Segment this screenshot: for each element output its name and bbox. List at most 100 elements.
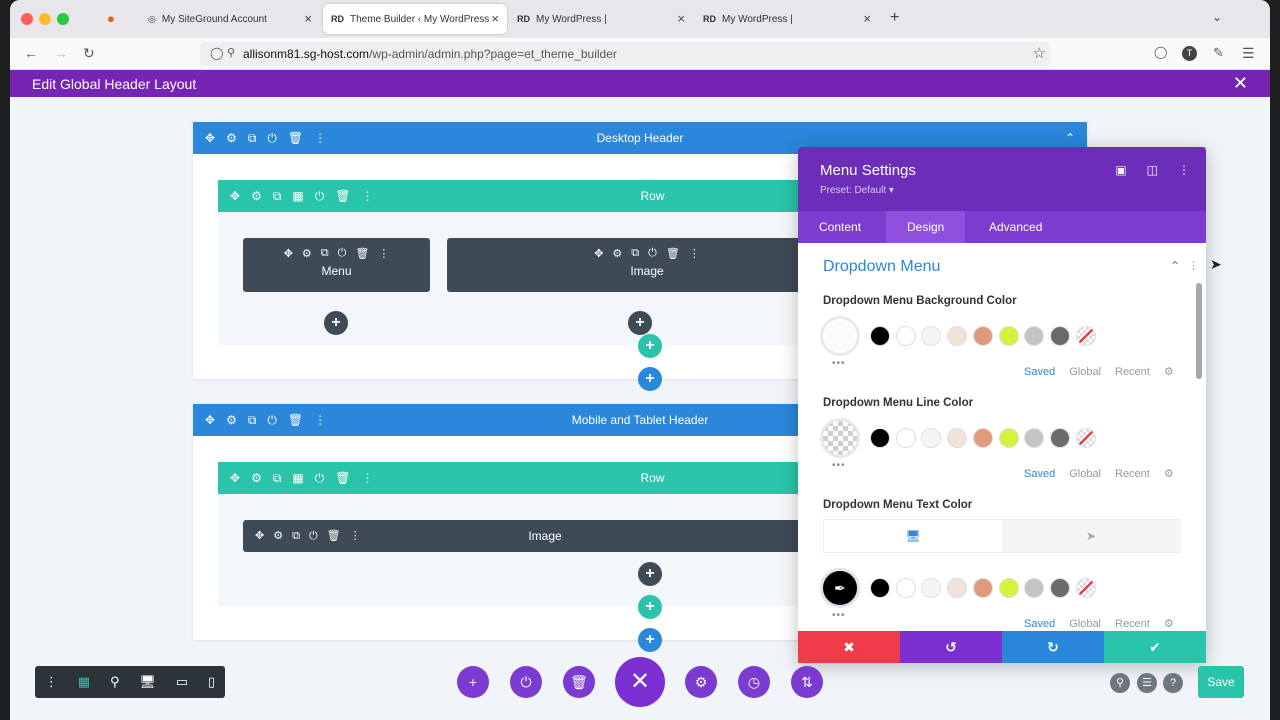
color-swatch[interactable] (947, 578, 968, 598)
move-icon[interactable]: ✥ (284, 247, 293, 260)
palette-gear-icon[interactable]: ⚙ (1164, 618, 1174, 630)
tab-content[interactable]: Content (798, 211, 882, 243)
settings-gear-icon[interactable]: ⚙ (226, 404, 237, 436)
panel-header[interactable]: Menu Settings Preset: Default ▾ ▣ ◫ ⋮ (798, 147, 1206, 211)
preset-dropdown[interactable]: Preset: Default ▾ (820, 185, 894, 196)
color-swatch[interactable] (972, 578, 993, 598)
duplicate-icon[interactable]: ⧉ (248, 404, 257, 436)
move-icon[interactable]: ✥ (255, 520, 264, 552)
settings-gear-icon[interactable]: ⚙ (685, 666, 717, 698)
add-section-button[interactable]: + (638, 367, 662, 391)
tab-close-icon[interactable]: × (491, 11, 499, 26)
duplicate-icon[interactable]: ⧉ (273, 462, 282, 494)
wireframe-view-icon[interactable]: ▦ (78, 674, 90, 690)
color-swatch[interactable] (870, 578, 890, 598)
history-clock-icon[interactable]: ◷ (738, 666, 770, 698)
tab-advanced[interactable]: Advanced (968, 211, 1063, 243)
duplicate-icon[interactable]: ⧉ (321, 247, 329, 260)
delete-trash-icon[interactable]: 🗑 (563, 666, 595, 698)
hover-pointer-icon[interactable]: ➤ (1002, 520, 1180, 552)
split-view-icon[interactable]: ◫ (1147, 163, 1158, 177)
power-icon[interactable]: ⏻ (648, 247, 657, 260)
more-options-dots-icon[interactable]: ••• (832, 460, 846, 471)
extensions-icon[interactable]: ✎ (1213, 45, 1224, 61)
panel-scrollbar[interactable] (1196, 283, 1202, 379)
add-module-button[interactable]: + (324, 311, 348, 335)
tab-my-wordpress-2[interactable]: RD My WordPress | × (695, 4, 879, 34)
tablet-view-icon[interactable]: ▭ (176, 674, 188, 690)
color-swatch[interactable] (1024, 326, 1045, 346)
columns-icon[interactable]: ▦ (292, 462, 303, 494)
help-icon[interactable]: ? (1163, 673, 1183, 693)
color-swatch[interactable] (1024, 578, 1045, 598)
more-dots-icon[interactable]: ⋮ (45, 674, 58, 690)
tab-list-chevron-icon[interactable]: ⌄ (1212, 10, 1222, 24)
shield-icon[interactable]: ◯ (210, 46, 223, 60)
minimize-window-button[interactable] (39, 13, 51, 25)
duplicate-icon[interactable]: ⧉ (273, 180, 282, 212)
delete-trash-icon[interactable]: 🗑 (288, 122, 303, 154)
delete-trash-icon[interactable]: 🗑 (355, 247, 369, 260)
columns-icon[interactable]: ▦ (292, 180, 303, 212)
settings-gear-icon[interactable]: ⚙ (251, 462, 262, 494)
profile-avatar[interactable]: T (1182, 46, 1197, 61)
saved-colors-tab[interactable]: Saved (1024, 468, 1055, 480)
color-swatch[interactable] (972, 428, 993, 448)
more-dots-icon[interactable]: ⋮ (314, 122, 326, 154)
fullscreen-icon[interactable]: ▣ (1115, 163, 1126, 177)
global-colors-tab[interactable]: Global (1069, 366, 1101, 378)
more-dots-icon[interactable]: ⋮ (689, 247, 700, 260)
color-swatch[interactable] (972, 326, 993, 346)
forward-arrow-icon[interactable]: → (54, 45, 68, 61)
more-dots-icon[interactable]: ⋮ (350, 520, 361, 552)
back-arrow-icon[interactable]: ← (24, 45, 38, 61)
close-window-button[interactable] (21, 13, 33, 25)
delete-trash-icon[interactable]: 🗑 (666, 247, 680, 260)
firefox-icon[interactable]: ● (107, 11, 115, 26)
tab-my-wordpress-1[interactable]: RD My WordPress | × (509, 4, 693, 34)
maximize-window-button[interactable] (57, 13, 69, 25)
color-swatch[interactable] (870, 428, 890, 448)
no-color-swatch-icon[interactable] (1075, 578, 1096, 598)
move-icon[interactable]: ✥ (594, 247, 603, 260)
color-swatch[interactable] (921, 326, 942, 346)
color-picker-transparent-button[interactable] (820, 418, 860, 458)
tab-design[interactable]: Design (886, 211, 966, 243)
reload-icon[interactable]: ↻ (83, 45, 95, 62)
delete-trash-icon[interactable]: 🗑 (335, 462, 350, 494)
desktop-view-icon[interactable]: 🖥 (139, 674, 156, 690)
power-icon[interactable]: ⏻ (315, 180, 325, 212)
discard-button[interactable]: ✖ (798, 631, 900, 663)
menu-module[interactable]: ✥ ⚙ ⧉ ⏻ 🗑 ⋮ Menu (243, 238, 430, 292)
new-tab-button[interactable]: + (890, 9, 899, 27)
tab-close-icon[interactable]: × (304, 11, 312, 26)
add-module-button[interactable]: + (638, 562, 662, 586)
color-swatch[interactable] (998, 428, 1019, 448)
duplicate-icon[interactable]: ⧉ (292, 520, 300, 552)
settings-gear-icon[interactable]: ⚙ (251, 180, 262, 212)
no-color-swatch-icon[interactable] (1075, 326, 1096, 346)
add-row-button[interactable]: + (638, 334, 662, 358)
color-swatch[interactable] (947, 326, 968, 346)
color-swatch[interactable] (998, 578, 1019, 598)
color-swatch[interactable] (895, 428, 916, 448)
layers-icon[interactable]: ☰ (1137, 673, 1157, 693)
color-swatch[interactable] (895, 578, 916, 598)
color-swatch[interactable] (921, 428, 942, 448)
undo-button[interactable]: ↺ (900, 631, 1002, 663)
close-settings-button[interactable]: ✕ (615, 657, 665, 707)
more-options-dots-icon[interactable]: ••• (832, 610, 846, 621)
add-section-button[interactable]: + (638, 628, 662, 652)
color-swatch[interactable] (1049, 578, 1070, 598)
power-icon[interactable]: ⏻ (267, 122, 277, 154)
delete-trash-icon[interactable]: 🗑 (327, 520, 341, 552)
delete-trash-icon[interactable]: 🗑 (288, 404, 303, 436)
move-icon[interactable]: ✥ (230, 462, 240, 494)
add-row-button[interactable]: + (638, 595, 662, 619)
tab-close-icon[interactable]: × (863, 11, 871, 26)
power-icon[interactable]: ⏻ (510, 666, 542, 698)
redo-button[interactable]: ↻ (1002, 631, 1104, 663)
global-colors-tab[interactable]: Global (1069, 468, 1101, 480)
group-title[interactable]: Dropdown Menu (823, 258, 940, 276)
pocket-icon[interactable]: ◯ (1154, 45, 1167, 59)
